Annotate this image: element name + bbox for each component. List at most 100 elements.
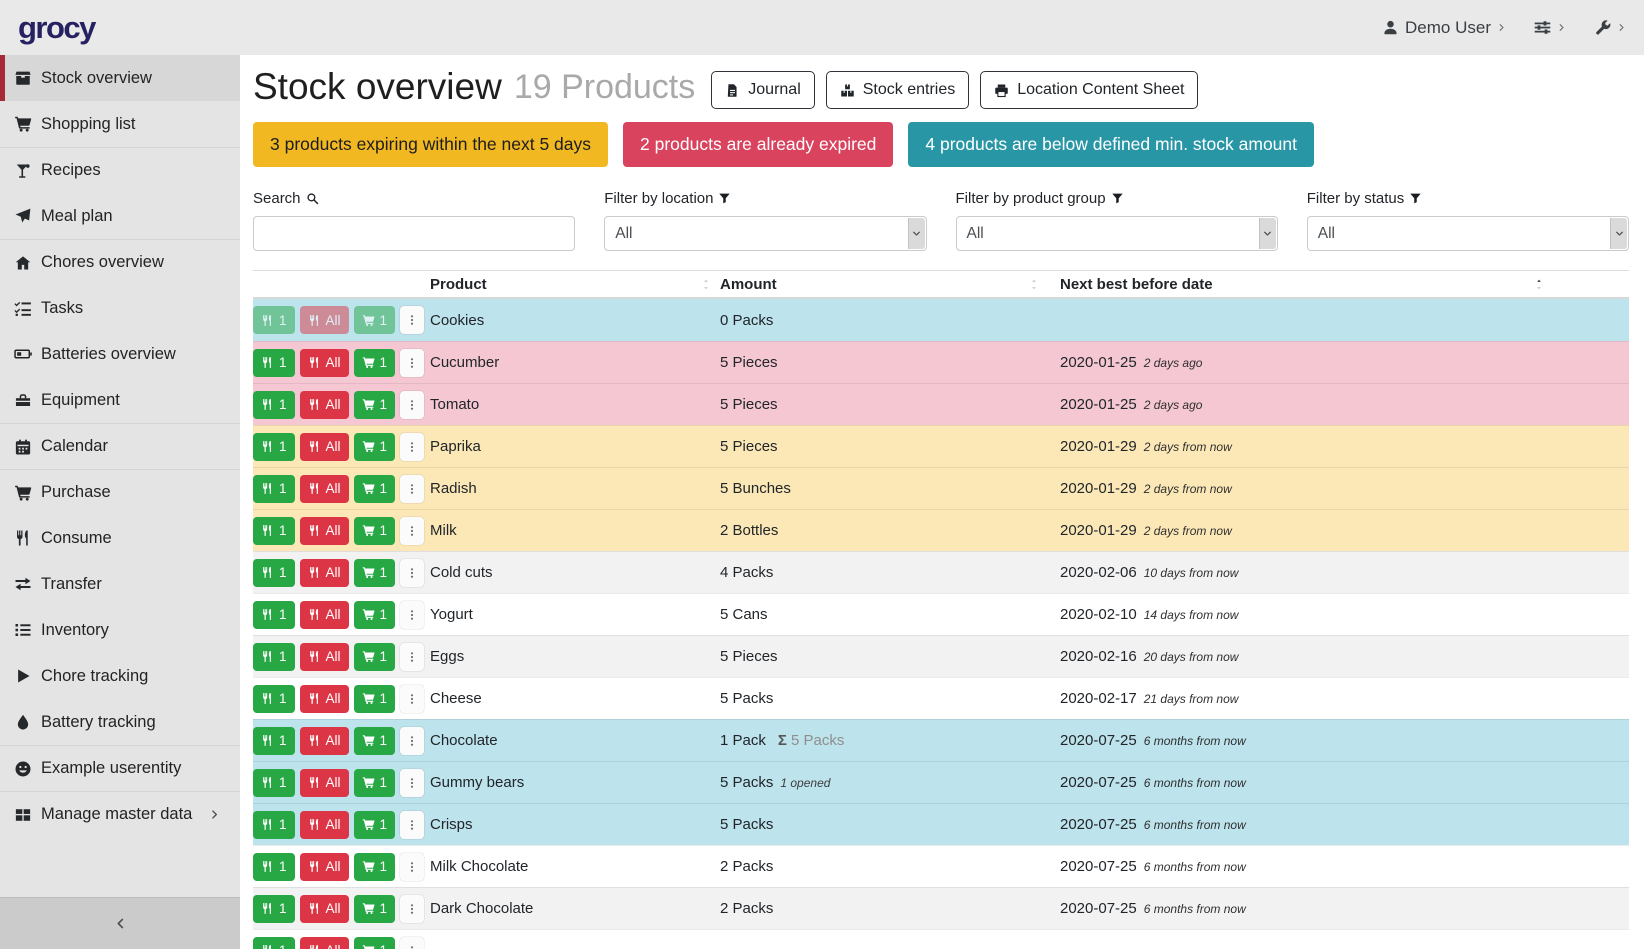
sidebar-item-equipment[interactable]: Equipment bbox=[0, 377, 240, 423]
consume-all-button[interactable]: All bbox=[300, 769, 349, 797]
consume-all-button[interactable]: All bbox=[300, 937, 349, 949]
sidebar-item-recipes[interactable]: Recipes bbox=[0, 147, 240, 193]
consume-one-button[interactable]: 1 bbox=[253, 769, 295, 797]
consume-all-button[interactable]: All bbox=[300, 727, 349, 755]
status-filter-select[interactable]: All bbox=[1307, 216, 1629, 251]
consume-one-button[interactable]: 1 bbox=[253, 475, 295, 503]
admin-menu[interactable] bbox=[1594, 19, 1626, 36]
row-menu-button[interactable] bbox=[400, 391, 424, 419]
sidebar-item-tasks[interactable]: Tasks bbox=[0, 285, 240, 331]
consume-all-button[interactable]: All bbox=[300, 895, 349, 923]
consume-one-button[interactable]: 1 bbox=[253, 727, 295, 755]
add-to-shopping-list-button[interactable]: 1 bbox=[354, 895, 396, 923]
sidebar-item-purchase[interactable]: Purchase bbox=[0, 469, 240, 515]
add-to-shopping-list-button[interactable]: 1 bbox=[354, 475, 396, 503]
add-to-shopping-list-button[interactable]: 1 bbox=[354, 433, 396, 461]
sidebar-item-shopping-list[interactable]: Shopping list bbox=[0, 101, 240, 147]
consume-one-button[interactable]: 1 bbox=[253, 853, 295, 881]
best-before-date: 2020-07-25 bbox=[1060, 774, 1137, 791]
row-menu-button[interactable] bbox=[400, 853, 424, 881]
consume-one-button[interactable]: 1 bbox=[253, 391, 295, 419]
consume-all-button[interactable]: All bbox=[300, 391, 349, 419]
consume-one-button[interactable]: 1 bbox=[253, 685, 295, 713]
add-to-shopping-list-button[interactable]: 1 bbox=[354, 685, 396, 713]
sidebar-item-manage-master-data[interactable]: Manage master data bbox=[0, 791, 240, 837]
sidebar-item-consume[interactable]: Consume bbox=[0, 515, 240, 561]
stock-entries-button[interactable]: Stock entries bbox=[826, 71, 969, 109]
add-to-shopping-list-button[interactable]: 1 bbox=[354, 727, 396, 755]
consume-all-button[interactable]: All bbox=[300, 559, 349, 587]
consume-one-button[interactable]: 1 bbox=[253, 937, 295, 949]
journal-button[interactable]: Journal bbox=[711, 71, 814, 109]
expiring-banner[interactable]: 3 products expiring within the next 5 da… bbox=[253, 122, 608, 167]
consume-all-button[interactable]: All bbox=[300, 853, 349, 881]
add-to-shopping-list-button[interactable]: 1 bbox=[354, 643, 396, 671]
sidebar-collapse-button[interactable] bbox=[0, 897, 240, 949]
search-input[interactable] bbox=[253, 216, 575, 251]
consume-one-button[interactable]: 1 bbox=[253, 895, 295, 923]
consume-one-button[interactable]: 1 bbox=[253, 517, 295, 545]
row-menu-button[interactable] bbox=[400, 685, 424, 713]
product-group-filter-select[interactable]: All bbox=[956, 216, 1278, 251]
consume-all-button[interactable]: All bbox=[300, 349, 349, 377]
consume-one-button[interactable]: 1 bbox=[253, 433, 295, 461]
sidebar-item-inventory[interactable]: Inventory bbox=[0, 607, 240, 653]
add-to-shopping-list-button[interactable]: 1 bbox=[354, 517, 396, 545]
add-to-shopping-list-button[interactable]: 1 bbox=[354, 391, 396, 419]
sidebar-item-chore-tracking[interactable]: Chore tracking bbox=[0, 653, 240, 699]
consume-one-button[interactable]: 1 bbox=[253, 643, 295, 671]
add-to-shopping-list-button[interactable]: 1 bbox=[354, 559, 396, 587]
consume-all-button[interactable]: All bbox=[300, 811, 349, 839]
row-menu-button[interactable] bbox=[400, 811, 424, 839]
column-header-amount[interactable]: Amount bbox=[720, 271, 1060, 297]
sidebar-item-meal-plan[interactable]: Meal plan bbox=[0, 193, 240, 239]
app-logo[interactable]: grocy bbox=[18, 10, 95, 46]
add-to-shopping-list-button[interactable]: 1 bbox=[354, 306, 396, 334]
sidebar-item-transfer[interactable]: Transfer bbox=[0, 561, 240, 607]
row-menu-button[interactable] bbox=[400, 727, 424, 755]
add-to-shopping-list-button[interactable]: 1 bbox=[354, 769, 396, 797]
add-to-shopping-list-button[interactable]: 1 bbox=[354, 601, 396, 629]
row-menu-button[interactable] bbox=[400, 895, 424, 923]
column-header-product[interactable]: Product bbox=[430, 271, 720, 297]
consume-one-button[interactable]: 1 bbox=[253, 306, 295, 334]
consume-all-button[interactable]: All bbox=[300, 433, 349, 461]
row-menu-button[interactable] bbox=[400, 643, 424, 671]
consume-all-button[interactable]: All bbox=[300, 685, 349, 713]
row-menu-button[interactable] bbox=[400, 433, 424, 461]
row-menu-button[interactable] bbox=[400, 937, 424, 949]
consume-all-button[interactable]: All bbox=[300, 306, 349, 334]
consume-all-button[interactable]: All bbox=[300, 643, 349, 671]
consume-all-button[interactable]: All bbox=[300, 475, 349, 503]
sidebar-item-battery-tracking[interactable]: Battery tracking bbox=[0, 699, 240, 745]
location-filter-select[interactable]: All bbox=[604, 216, 926, 251]
user-menu[interactable]: Demo User bbox=[1382, 18, 1506, 38]
row-menu-button[interactable] bbox=[400, 517, 424, 545]
add-to-shopping-list-button[interactable]: 1 bbox=[354, 853, 396, 881]
add-to-shopping-list-button[interactable]: 1 bbox=[354, 937, 396, 949]
consume-one-button[interactable]: 1 bbox=[253, 601, 295, 629]
row-menu-button[interactable] bbox=[400, 475, 424, 503]
consume-one-button[interactable]: 1 bbox=[253, 349, 295, 377]
sidebar-item-example-userentity[interactable]: Example userentity bbox=[0, 745, 240, 791]
consume-all-button[interactable]: All bbox=[300, 601, 349, 629]
row-menu-button[interactable] bbox=[400, 769, 424, 797]
consume-one-button[interactable]: 1 bbox=[253, 559, 295, 587]
column-header-next-best-before-date[interactable]: Next best before date bbox=[1060, 271, 1629, 297]
sidebar-item-chores-overview[interactable]: Chores overview bbox=[0, 239, 240, 285]
expired-banner[interactable]: 2 products are already expired bbox=[623, 122, 893, 167]
consume-one-button[interactable]: 1 bbox=[253, 811, 295, 839]
consume-all-button[interactable]: All bbox=[300, 517, 349, 545]
sidebar-item-stock-overview[interactable]: Stock overview bbox=[0, 55, 240, 101]
add-to-shopping-list-button[interactable]: 1 bbox=[354, 811, 396, 839]
row-menu-button[interactable] bbox=[400, 601, 424, 629]
row-menu-button[interactable] bbox=[400, 349, 424, 377]
below-min-stock-banner[interactable]: 4 products are below defined min. stock … bbox=[908, 122, 1314, 167]
row-menu-button[interactable] bbox=[400, 559, 424, 587]
location-content-sheet-button[interactable]: Location Content Sheet bbox=[980, 71, 1198, 109]
sidebar-item-calendar[interactable]: Calendar bbox=[0, 423, 240, 469]
sidebar-item-batteries-overview[interactable]: Batteries overview bbox=[0, 331, 240, 377]
row-menu-button[interactable] bbox=[400, 306, 424, 334]
settings-menu[interactable] bbox=[1534, 19, 1566, 36]
add-to-shopping-list-button[interactable]: 1 bbox=[354, 349, 396, 377]
